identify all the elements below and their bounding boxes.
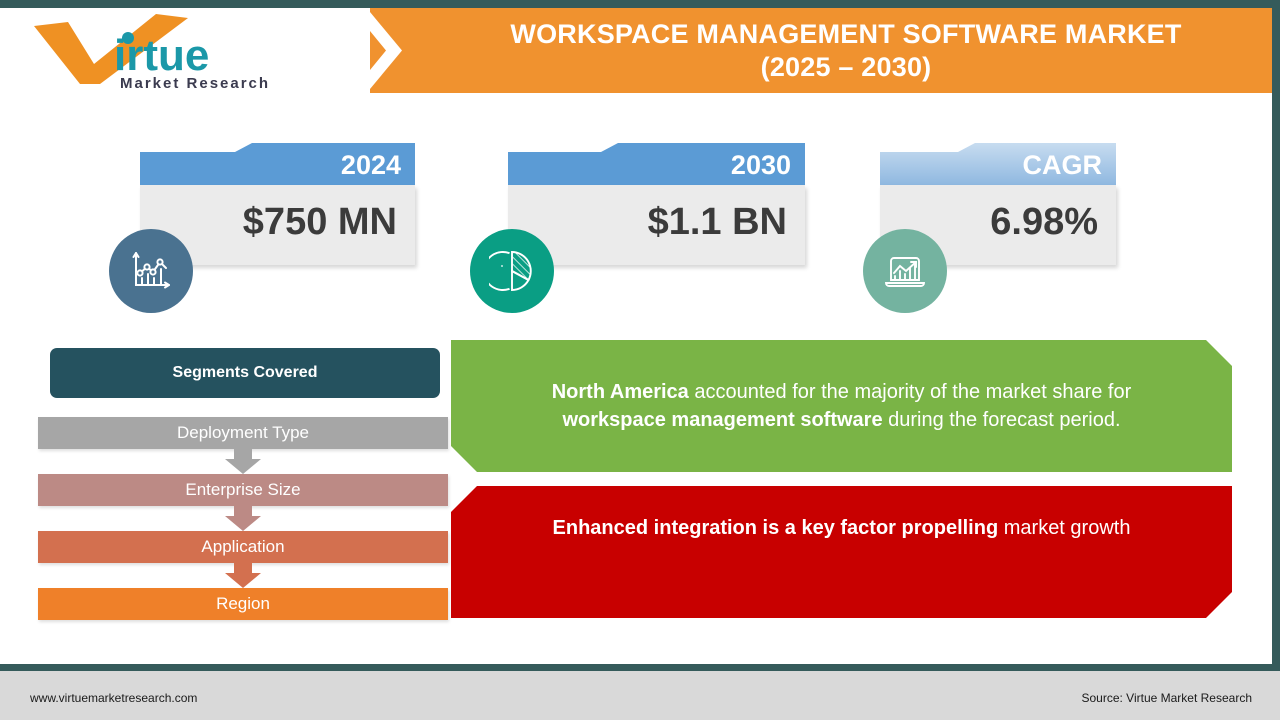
title-line-1: WORKSPACE MANAGEMENT SOFTWARE MARKET [510, 18, 1182, 49]
stat-card-label: 2024 [340, 150, 401, 180]
svg-text:Market Research: Market Research [120, 75, 270, 92]
svg-text:irtue: irtue [114, 31, 209, 80]
segment-label: Enterprise Size [185, 480, 301, 499]
footer-source: Source: Virtue Market Research [1081, 691, 1252, 705]
page-title: WORKSPACE MANAGEMENT SOFTWARE MARKET (20… [428, 8, 1264, 93]
frame-right-border [1272, 0, 1280, 720]
title-line-2: (2025 – 2030) [760, 51, 932, 82]
stat-card-label: CAGR [1022, 150, 1103, 180]
arrow-down-icon [225, 448, 261, 474]
footer-website[interactable]: www.virtuemarketresearch.com [30, 691, 197, 705]
segment-item-enterprise-size[interactable]: Enterprise Size [38, 474, 448, 506]
segments-covered-label: Segments Covered [172, 364, 318, 381]
callout-green-text-1: accounted for the majority of the market… [688, 380, 1132, 403]
callout-green-bold-1: North America [551, 380, 689, 403]
stat-card-label: 2030 [730, 150, 791, 180]
frame-top-border [0, 0, 1280, 8]
callout-red-text: Enhanced integration is a key factor pro… [553, 514, 1131, 542]
stat-card-2030: 2030 $1.1 BN [508, 143, 805, 265]
growth-laptop-icon [863, 229, 947, 313]
line-chart-icon [109, 229, 193, 313]
stat-card-value: $1.1 BN [508, 185, 805, 265]
callout-market-driver: Enhanced integration is a key factor pro… [451, 486, 1232, 618]
infographic-page: irtue Market Research WORKSPACE MANAGEME… [0, 0, 1280, 720]
callout-regional-insight: North America accounted for the majority… [451, 340, 1232, 472]
frame-bottom-border [0, 664, 1280, 671]
virtue-market-research-logo[interactable]: irtue Market Research [28, 8, 328, 94]
callout-red-bold-1: Enhanced integration is a key factor pro… [552, 517, 999, 539]
segment-item-region[interactable]: Region [38, 588, 448, 620]
arrow-down-icon [225, 562, 261, 588]
segment-item-deployment-type[interactable]: Deployment Type [38, 417, 448, 449]
segment-label: Deployment Type [177, 423, 309, 442]
segment-item-application[interactable]: Application [38, 531, 448, 563]
callout-red-text-1: market growth [998, 517, 1131, 539]
callout-green-text: North America accounted for the majority… [499, 378, 1184, 435]
segment-label: Region [216, 594, 270, 613]
segment-label: Application [201, 537, 285, 556]
segments-covered-header: Segments Covered [50, 348, 440, 398]
callout-green-bold-2: workspace management software [562, 409, 883, 431]
pie-chart-icon [470, 229, 554, 313]
arrow-down-icon [225, 505, 261, 531]
callout-green-text-2: during the forecast period. [882, 409, 1121, 431]
